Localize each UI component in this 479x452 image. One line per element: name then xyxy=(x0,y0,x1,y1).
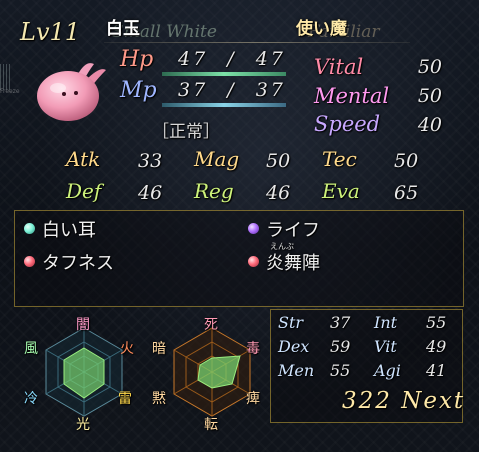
str-label: Str xyxy=(278,313,304,332)
status-screen: { "header": {"level": "Lv11", "name_jp":… xyxy=(0,0,479,452)
skill-item[interactable]: 白い耳 xyxy=(42,216,96,242)
next-exp: 322 Next xyxy=(342,388,465,414)
element-thunder: 雷 xyxy=(118,391,132,407)
dex-label: Dex xyxy=(278,337,310,356)
vital-label: Vital xyxy=(314,55,364,79)
ailment-death: 死 xyxy=(204,317,218,333)
element-ice: 冷 xyxy=(24,391,38,407)
men-label: Men xyxy=(278,361,315,380)
mp-max: 37 xyxy=(255,79,286,101)
creature-portrait xyxy=(37,63,106,121)
skill-gem-icon xyxy=(24,223,35,234)
skill-gem-icon xyxy=(248,223,259,234)
tec-value: 50 xyxy=(394,150,419,172)
skill-gem-icon xyxy=(248,256,259,267)
element-light: 光 xyxy=(76,417,90,433)
hp-value: 47 / 47 xyxy=(178,48,286,70)
element-wind: 風 xyxy=(24,341,38,357)
men-value: 55 xyxy=(330,361,351,380)
mp-slash: / xyxy=(227,79,237,101)
hp-slash: / xyxy=(227,48,237,70)
skill-item[interactable]: 炎舞陣 xyxy=(266,249,320,275)
portrait-watermark: Freeze xyxy=(0,88,20,95)
skill-item[interactable]: ライフ xyxy=(266,216,320,242)
reg-value: 46 xyxy=(266,182,291,204)
next-exp-label: Next xyxy=(401,388,466,414)
mp-bar xyxy=(162,103,286,107)
vital-value: 50 xyxy=(417,56,442,78)
next-exp-value: 322 xyxy=(342,388,392,414)
tec-label: Tec xyxy=(322,147,357,171)
mental-value: 50 xyxy=(417,85,442,107)
class-name: 使い魔 xyxy=(296,19,347,39)
eva-value: 65 xyxy=(394,182,419,204)
skill-item[interactable]: タフネス xyxy=(42,249,114,275)
hp-max: 47 xyxy=(255,48,286,70)
hp-bar xyxy=(162,72,286,76)
mp-label: Mp xyxy=(120,78,157,103)
ailment-silence: 黙 xyxy=(152,391,166,407)
hp-current: 47 xyxy=(178,48,209,70)
skill-gem-icon xyxy=(24,256,35,267)
mp-value: 37 / 37 xyxy=(178,79,286,101)
atk-label: Atk xyxy=(66,147,101,171)
reg-label: Reg xyxy=(194,179,234,203)
atk-value: 33 xyxy=(138,150,163,172)
int-value: 55 xyxy=(426,313,447,332)
ailment-trip: 転 xyxy=(204,417,218,433)
element-fire: 火 xyxy=(120,341,134,357)
portrait-edge-decoration xyxy=(0,64,12,90)
agi-value: 41 xyxy=(426,361,447,380)
def-label: Def xyxy=(66,179,102,203)
ailment-paralysis: 痺 xyxy=(246,391,260,407)
header-divider xyxy=(104,42,410,43)
mag-value: 50 xyxy=(266,150,291,172)
mp-current: 37 xyxy=(178,79,209,101)
int-label: Int xyxy=(374,313,398,332)
level-label: Lv11 xyxy=(20,18,81,46)
str-value: 37 xyxy=(330,313,351,332)
vit-value: 49 xyxy=(426,337,447,356)
speed-label: Speed xyxy=(314,112,381,136)
dex-value: 59 xyxy=(330,337,351,356)
element-dark: 闇 xyxy=(76,317,90,333)
character-name: 白玉 xyxy=(106,19,140,39)
hp-label: Hp xyxy=(120,47,154,72)
ailment-poison: 毒 xyxy=(246,341,260,357)
mag-label: Mag xyxy=(194,147,240,171)
eva-label: Eva xyxy=(322,179,360,203)
speed-value: 40 xyxy=(417,114,442,136)
mental-label: Mental xyxy=(314,84,390,108)
ailment-blind: 暗 xyxy=(152,341,166,357)
vit-label: Vit xyxy=(374,337,397,356)
agi-label: Agi xyxy=(374,361,401,380)
status-condition: ［正常］ xyxy=(152,122,220,142)
def-value: 46 xyxy=(138,182,163,204)
